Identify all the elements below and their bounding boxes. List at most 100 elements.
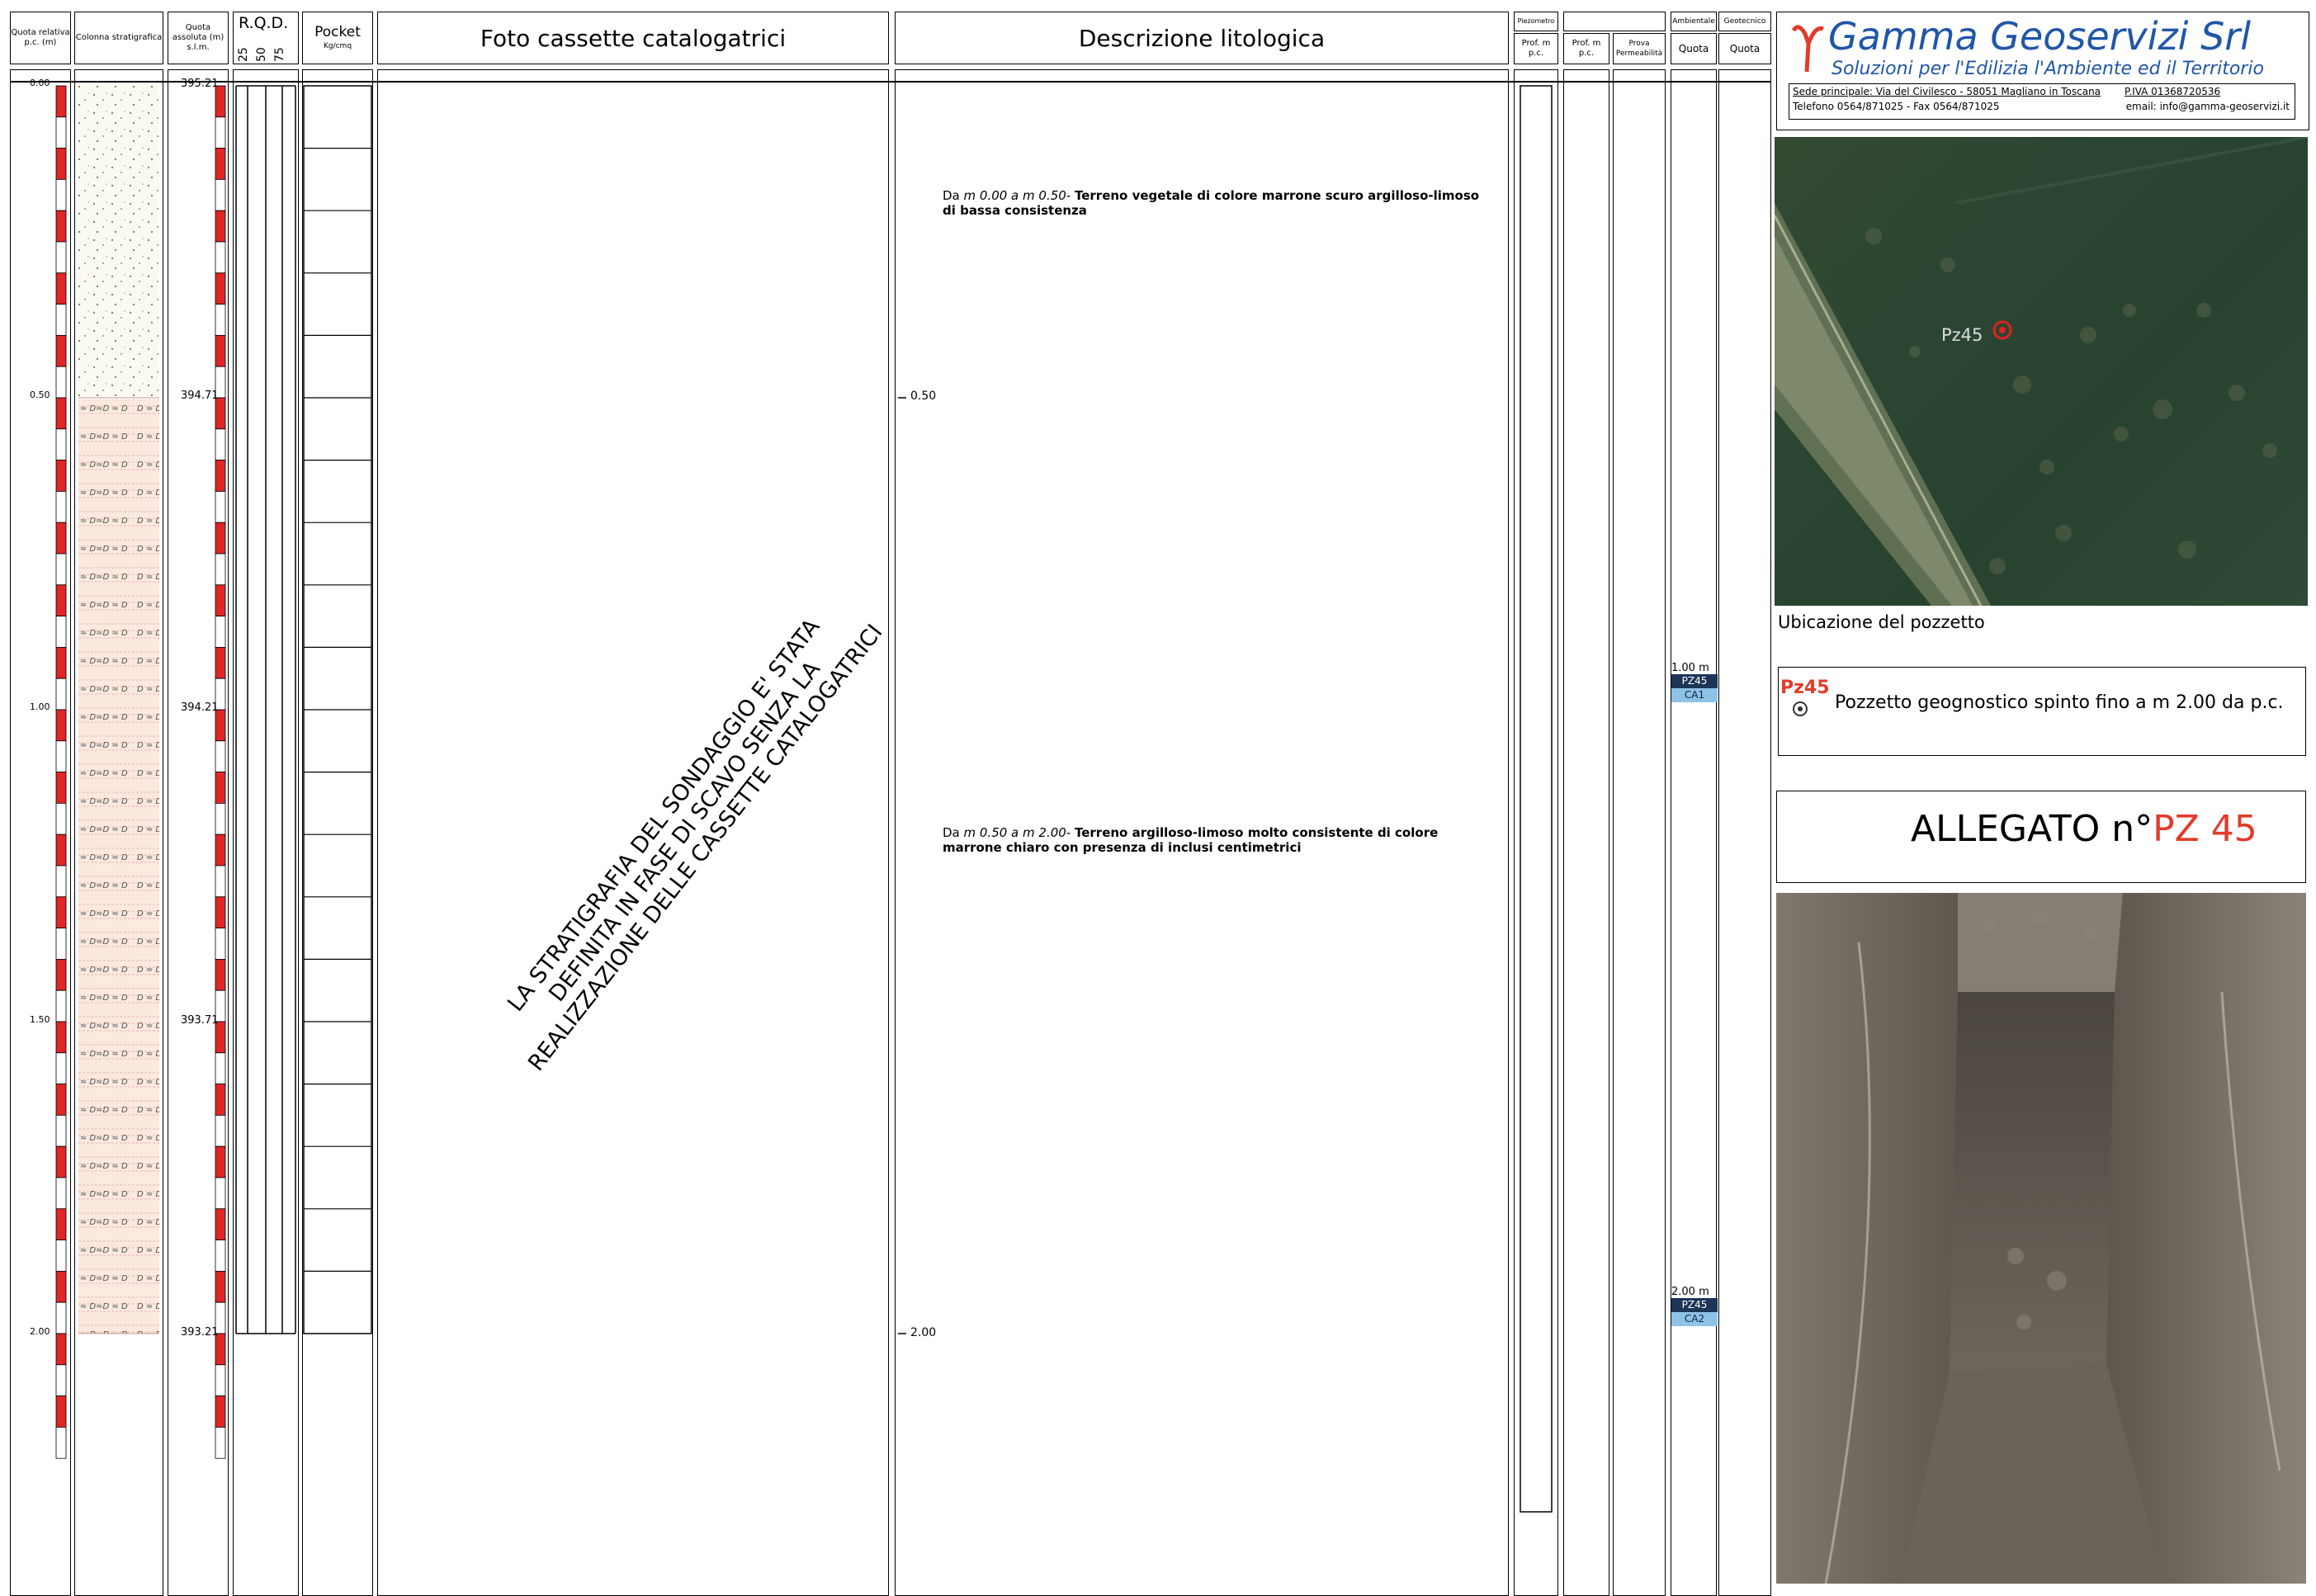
map-caption: Ubicazione del pozzetto <box>1778 612 1985 632</box>
layer1-description: Da m 0.00 a m 0.50- Terreno vegetale di … <box>943 188 1480 218</box>
company-name: Gamma Geoservizi Srl <box>1828 14 2251 59</box>
depth-tick: 1.00 <box>30 701 50 712</box>
depth-scale-segment <box>215 959 226 991</box>
depth-scale-segment <box>215 803 226 835</box>
depth-scale-segment <box>215 1271 226 1303</box>
depth-scale-segment <box>55 678 67 711</box>
depth-scale-segment <box>215 85 226 118</box>
depth-scale-segment <box>55 772 67 804</box>
depth-scale-segment <box>215 709 226 742</box>
depth-scale-segment <box>215 1115 226 1147</box>
depth-scale-segment <box>55 1052 67 1085</box>
depth-scale-segment <box>215 1052 226 1085</box>
depth-scale-segment <box>215 1084 226 1116</box>
depth-scale-segment <box>215 865 226 898</box>
depth-scale-segment <box>55 304 67 336</box>
log-graphics: D ≈ D≈D ≈ D <box>55 85 1553 1513</box>
desc-tick: 0.50 <box>910 390 937 403</box>
depth-scale-segment <box>55 1271 67 1303</box>
legend-box: Pz45 Pozzetto geognostico spinto fino a … <box>1778 667 2306 756</box>
depth-scale-segment <box>55 647 67 679</box>
depth-scale-segment <box>55 959 67 991</box>
depth-scale-segment <box>55 148 67 180</box>
depth-scale-segment <box>55 1395 67 1428</box>
depth-scale-segment <box>215 647 226 679</box>
location-map: Pz45 <box>1775 137 2308 606</box>
abs-tick: 393.21 <box>181 1326 219 1339</box>
depth-tick: 1.50 <box>30 1014 50 1025</box>
company-tagline: Soluzioni per l'Edilizia l'Ambiente ed i… <box>1832 59 2264 79</box>
company-contacts: Sede principale: Via del Civilesco - 580… <box>1789 83 2295 120</box>
depth-scale-segment <box>55 366 67 399</box>
depth-scale-segment <box>55 803 67 835</box>
depth-scale-segment <box>215 304 226 336</box>
depth-scale-segment <box>55 1364 67 1397</box>
depth-scale-segment <box>55 1301 67 1334</box>
pit-photo <box>1776 893 2306 1584</box>
depth-scale-segment <box>215 397 226 430</box>
depth-scale-segment <box>55 989 67 1022</box>
depth-scale-segment <box>55 1208 67 1241</box>
depth-scale-segment <box>215 1427 226 1459</box>
sample-ca2: 2.00 m PZ45 CA2 <box>1671 1286 1718 1326</box>
map-label: Pz45 <box>1941 325 1983 345</box>
depth-scale-segment <box>215 1395 226 1428</box>
depth-scale-segment <box>55 491 67 523</box>
legend-text: Pozzetto geognostico spinto fino a m 2.0… <box>1835 692 2284 713</box>
depth-scale-segment <box>55 928 67 960</box>
depth-scale-segment <box>215 928 226 960</box>
depth-scale-segment <box>55 428 67 460</box>
depth-tick: 2.00 <box>30 1326 50 1337</box>
depth-scale-segment <box>215 1208 226 1241</box>
depth-scale-segment <box>215 740 226 772</box>
layer2-description: Da m 0.50 a m 2.00- Terreno argilloso-li… <box>943 825 1439 855</box>
depth-scale-segment <box>55 85 67 118</box>
depth-scale-segment <box>55 1239 67 1272</box>
depth-scale-segment <box>55 210 67 243</box>
piezometer-tube <box>1520 85 1553 1513</box>
depth-tick: 0.00 <box>30 78 50 88</box>
desc-tick: 2.00 <box>910 1326 937 1339</box>
depth-scale-segment <box>215 210 226 243</box>
depth-scale-segment <box>55 1427 67 1459</box>
depth-scale-segment <box>215 334 226 367</box>
depth-scale-segment <box>215 460 226 492</box>
depth-tick: 0.50 <box>30 390 50 400</box>
map-marker-icon <box>1992 320 2012 340</box>
sample-ca1: 1.00 m PZ45 CA1 <box>1671 662 1718 702</box>
layer-argilloso <box>78 399 159 1334</box>
depth-scale-segment <box>215 1177 226 1210</box>
depth-scale-segment <box>215 584 226 616</box>
depth-scale-segment <box>215 1364 226 1397</box>
depth-scale-segment <box>55 178 67 211</box>
depth-scale-segment <box>55 553 67 586</box>
depth-scale-segment <box>215 772 226 804</box>
abs-tick: 394.71 <box>181 390 219 402</box>
abs-tick: 394.21 <box>181 701 219 714</box>
depth-scale-segment <box>55 1115 67 1147</box>
depth-scale-segment <box>55 896 67 929</box>
allegato-box: ALLEGATO n°PZ 45 <box>1776 791 2306 883</box>
depth-scale-segment <box>55 1021 67 1054</box>
depth-scale-segment <box>215 522 226 555</box>
depth-scale-segment <box>215 428 226 460</box>
depth-scale-segment <box>55 241 67 274</box>
depth-scale-segment <box>55 1145 67 1178</box>
depth-scale-segment <box>215 178 226 211</box>
legend-code: Pz45 <box>1780 678 1830 698</box>
depth-scale-segment <box>215 491 226 523</box>
depth-scale-segment <box>215 553 226 586</box>
depth-scale-segment <box>55 616 67 648</box>
abs-tick: 393.71 <box>181 1014 219 1027</box>
depth-scale-segment <box>55 865 67 898</box>
company-box: Gamma Geoservizi Srl Soluzioni per l'Edi… <box>1776 12 2309 130</box>
depth-scale-segment <box>215 272 226 305</box>
depth-scale-segment <box>215 833 226 866</box>
depth-scale-segment <box>55 397 67 430</box>
depth-scale-segment <box>215 1239 226 1272</box>
depth-scale-segment <box>215 116 226 149</box>
depth-scale-segment <box>215 896 226 929</box>
depth-scale-segment <box>215 148 226 180</box>
depth-scale-segment <box>215 1145 226 1178</box>
depth-scale-segment <box>55 272 67 305</box>
